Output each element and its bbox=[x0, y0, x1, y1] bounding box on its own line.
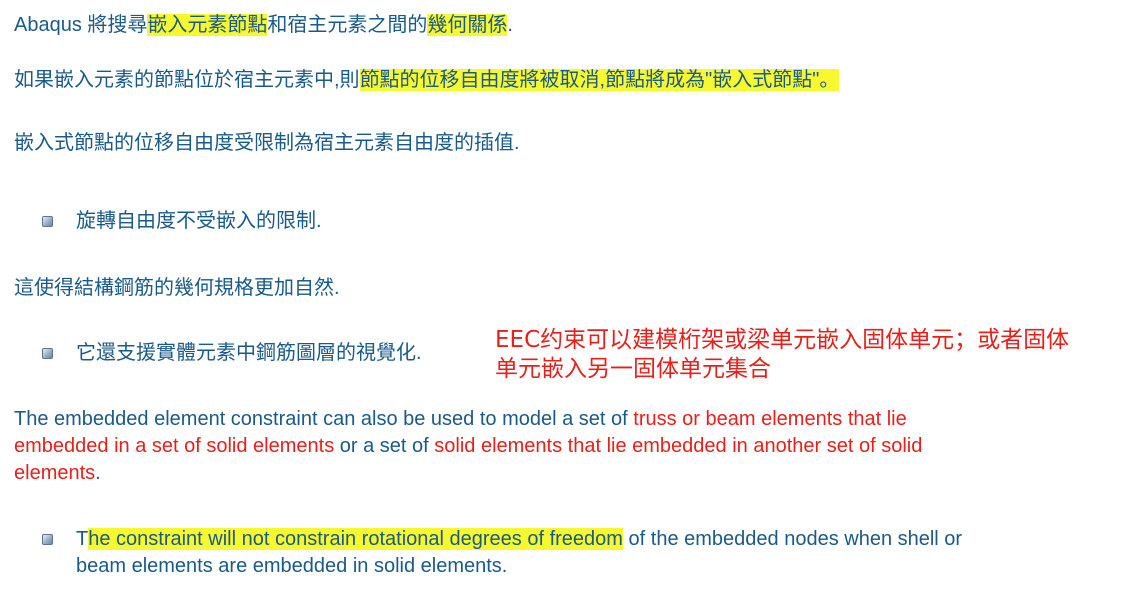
red-text-span: truss or beam elements that lie bbox=[633, 408, 907, 430]
text-span: The embedded element constraint can also… bbox=[14, 408, 634, 430]
text-span: 和宿主元素之間的 bbox=[267, 14, 428, 36]
square-bullet-icon bbox=[42, 348, 53, 359]
text-span: . bbox=[507, 14, 513, 36]
text-span: or a set of bbox=[334, 435, 435, 457]
text-line-4: 這使得結構鋼筋的幾何規格更加自然. bbox=[14, 275, 340, 302]
annotation-note: EEC约束可以建模桁架或梁单元嵌入固体单元；或者固体 单元嵌入另一固体单元集合 bbox=[495, 326, 1125, 384]
bullet-text: The constraint will not constrain rotati… bbox=[76, 526, 962, 580]
annotation-line-1: EEC约束可以建模桁架或梁单元嵌入固体单元；或者固体 bbox=[495, 327, 1070, 353]
text-span: beam elements are embedded in solid elem… bbox=[76, 555, 508, 577]
text-line-1: Abaqus 將搜尋嵌入元素節點和宿主元素之間的幾何關係. bbox=[14, 12, 513, 39]
text-line-2: 如果嵌入元素的節點位於宿主元素中,則節點的位移自由度將被取消,節點將成為"嵌入式… bbox=[14, 67, 840, 94]
highlight-span: 節點的位移自由度將被取消,節點將成為"嵌入式節點"。 bbox=[359, 69, 840, 91]
english-paragraph: The embedded element constraint can also… bbox=[14, 406, 1064, 487]
bullet-text: 旋轉自由度不受嵌入的限制. bbox=[76, 210, 322, 232]
text-span: of the embedded nodes when shell or bbox=[622, 528, 963, 550]
highlight-span: 幾何關係 bbox=[427, 14, 508, 36]
bullet-text: 它還支援實體元素中鋼筋圖層的視覺化. bbox=[76, 342, 422, 364]
text-span: . bbox=[95, 462, 101, 484]
text-span: 嵌入式節點的位移自由度受限制為宿主元素自由度的插值. bbox=[14, 132, 520, 154]
square-bullet-icon bbox=[42, 534, 53, 545]
red-text-span: elements bbox=[14, 462, 96, 484]
red-text-span: embedded in a set of solid elements bbox=[14, 435, 335, 457]
annotation-line-2: 单元嵌入另一固体单元集合 bbox=[495, 356, 771, 382]
text-span: 這使得結構鋼筋的幾何規格更加自然. bbox=[14, 277, 340, 299]
text-line-3: 嵌入式節點的位移自由度受限制為宿主元素自由度的插值. bbox=[14, 130, 520, 157]
text-span: Abaqus 將搜尋 bbox=[14, 14, 148, 36]
highlight-span: 嵌入元素節點 bbox=[147, 14, 268, 36]
text-span: T bbox=[76, 528, 89, 550]
red-text-span: solid elements that lie embedded in anot… bbox=[434, 435, 923, 457]
text-span: 如果嵌入元素的節點位於宿主元素中,則 bbox=[14, 69, 360, 91]
highlight-span: he constraint will not constrain rotatio… bbox=[88, 528, 623, 550]
square-bullet-icon bbox=[42, 216, 53, 227]
